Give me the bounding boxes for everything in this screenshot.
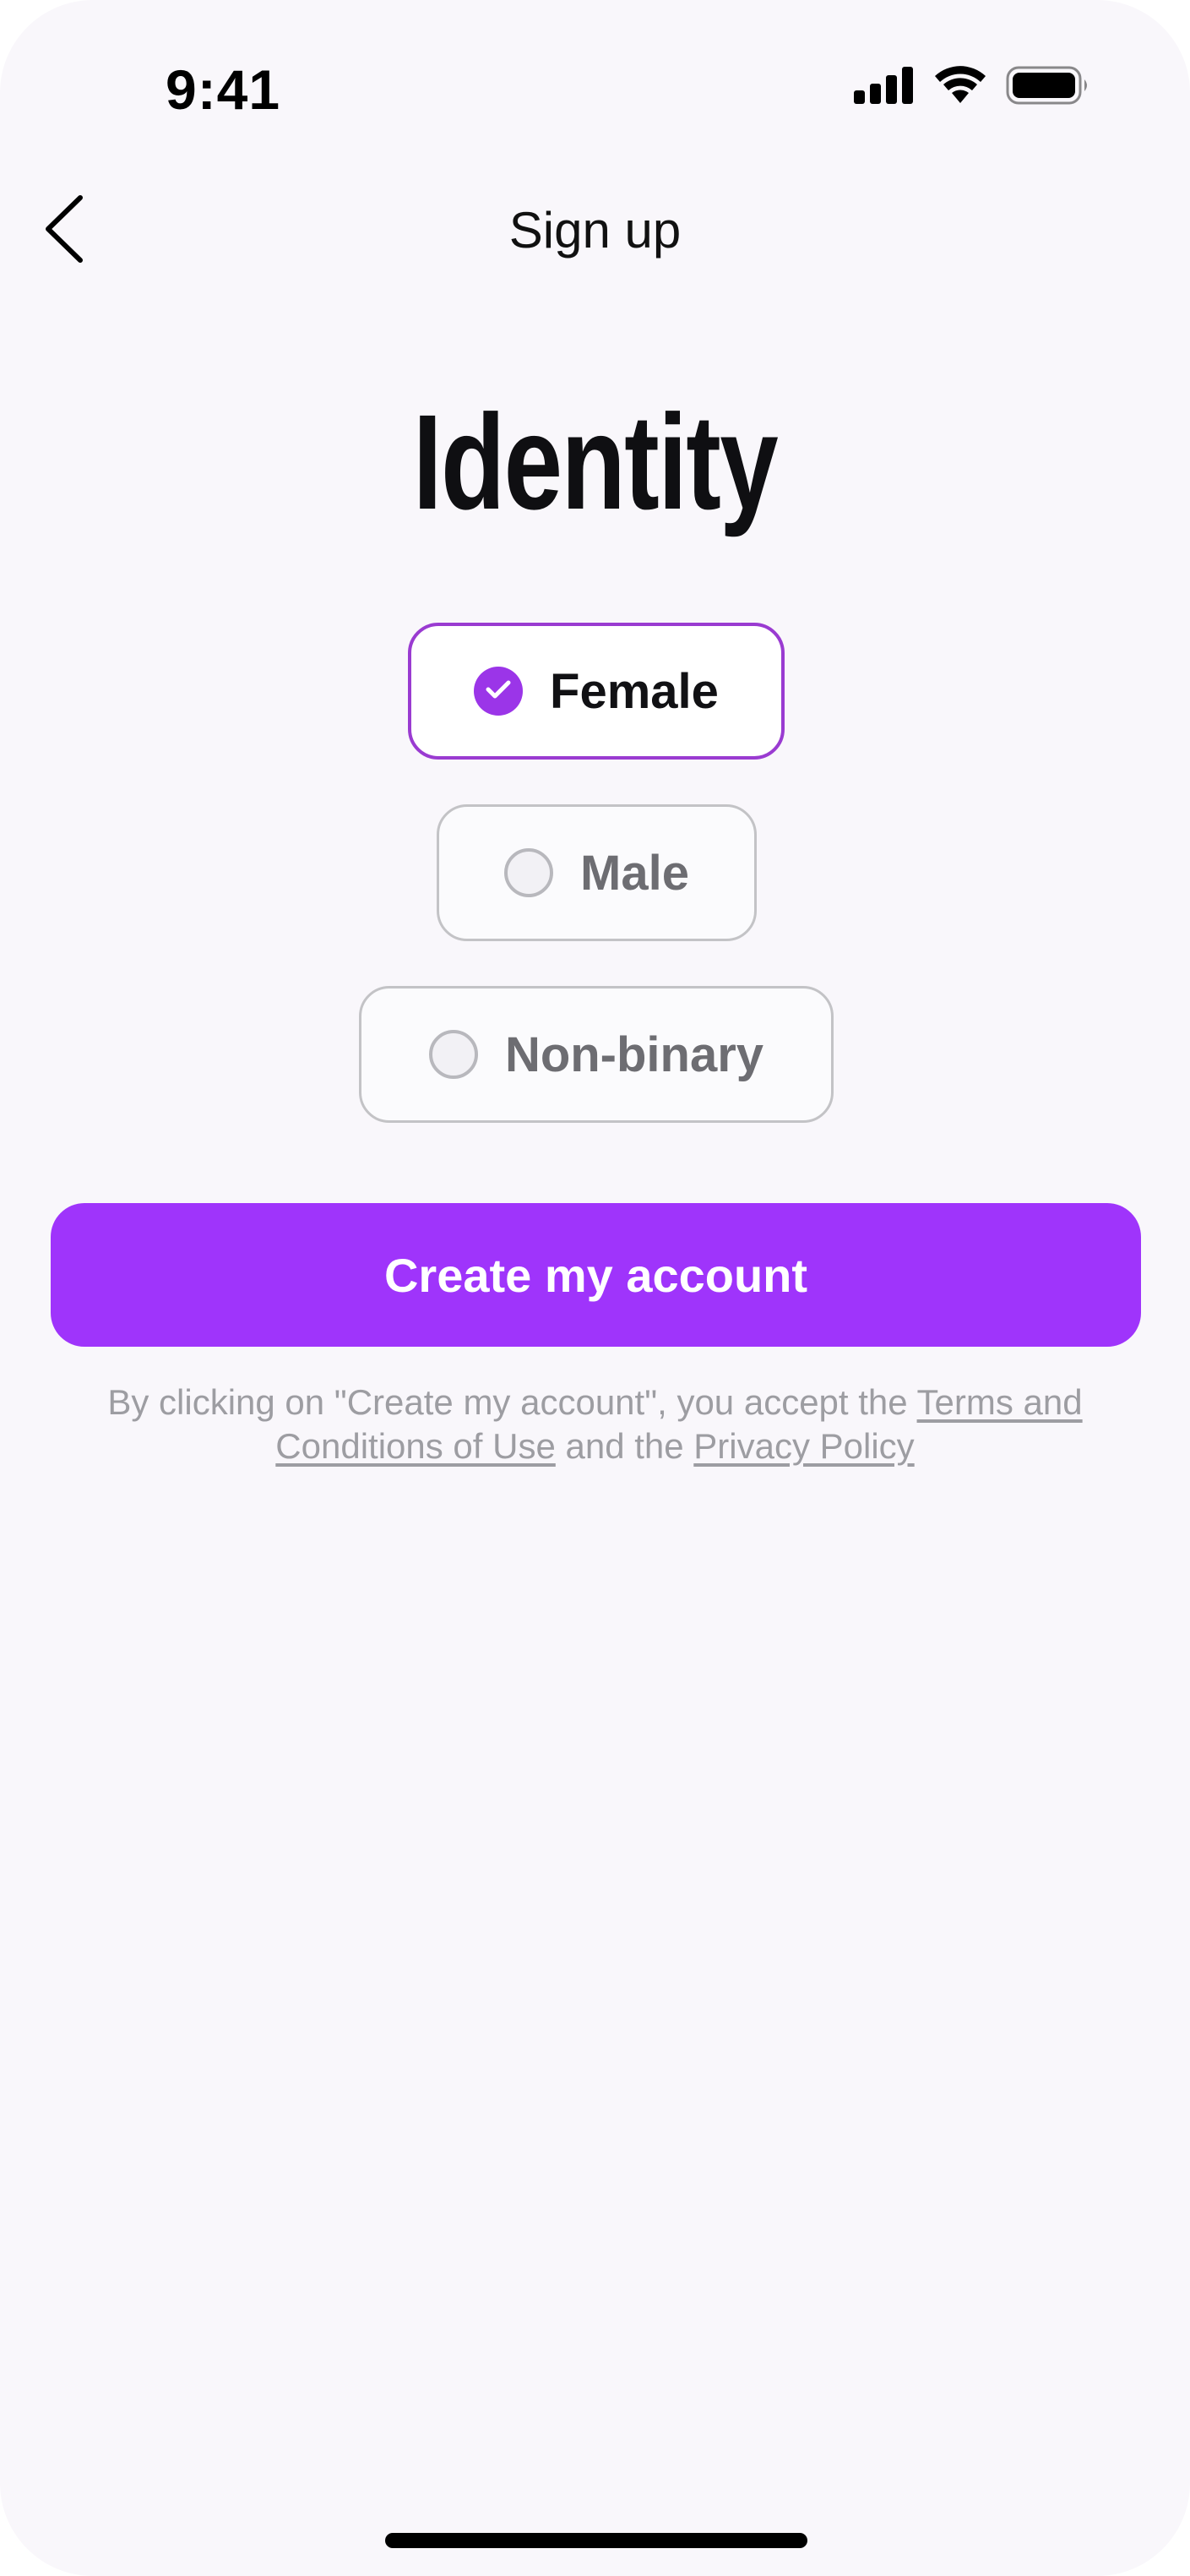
legal-prefix: By clicking on "Create my account", you …: [107, 1382, 917, 1422]
checkmark-icon: [486, 679, 511, 704]
option-label: Non-binary: [504, 1027, 764, 1082]
option-label: Female: [550, 663, 719, 719]
cellular-signal-icon: [854, 67, 915, 108]
radio-unchecked: [504, 848, 554, 897]
legal-text: By clicking on "Create my account", you …: [84, 1381, 1106, 1468]
create-account-button[interactable]: Create my account: [51, 1203, 1141, 1347]
status-icons: [854, 66, 1090, 109]
privacy-policy-link[interactable]: Privacy Policy: [693, 1426, 914, 1466]
legal-middle: and the: [555, 1426, 694, 1466]
option-label: Male: [580, 845, 689, 901]
radio-unchecked: [428, 1030, 478, 1079]
status-time: 9:41: [166, 58, 281, 121]
wifi-icon: [933, 66, 987, 109]
signup-screen: 9:41 Sign up Identity Female Male Non-bi…: [0, 0, 1190, 2576]
nav-title: Sign up: [508, 202, 682, 259]
radio-checked: [474, 667, 524, 716]
option-female[interactable]: Female: [408, 623, 785, 760]
page-title: Identity: [412, 386, 779, 537]
option-male[interactable]: Male: [437, 804, 757, 941]
option-non-binary[interactable]: Non-binary: [359, 986, 834, 1123]
battery-icon: [1006, 66, 1090, 109]
home-indicator[interactable]: [385, 2533, 807, 2548]
